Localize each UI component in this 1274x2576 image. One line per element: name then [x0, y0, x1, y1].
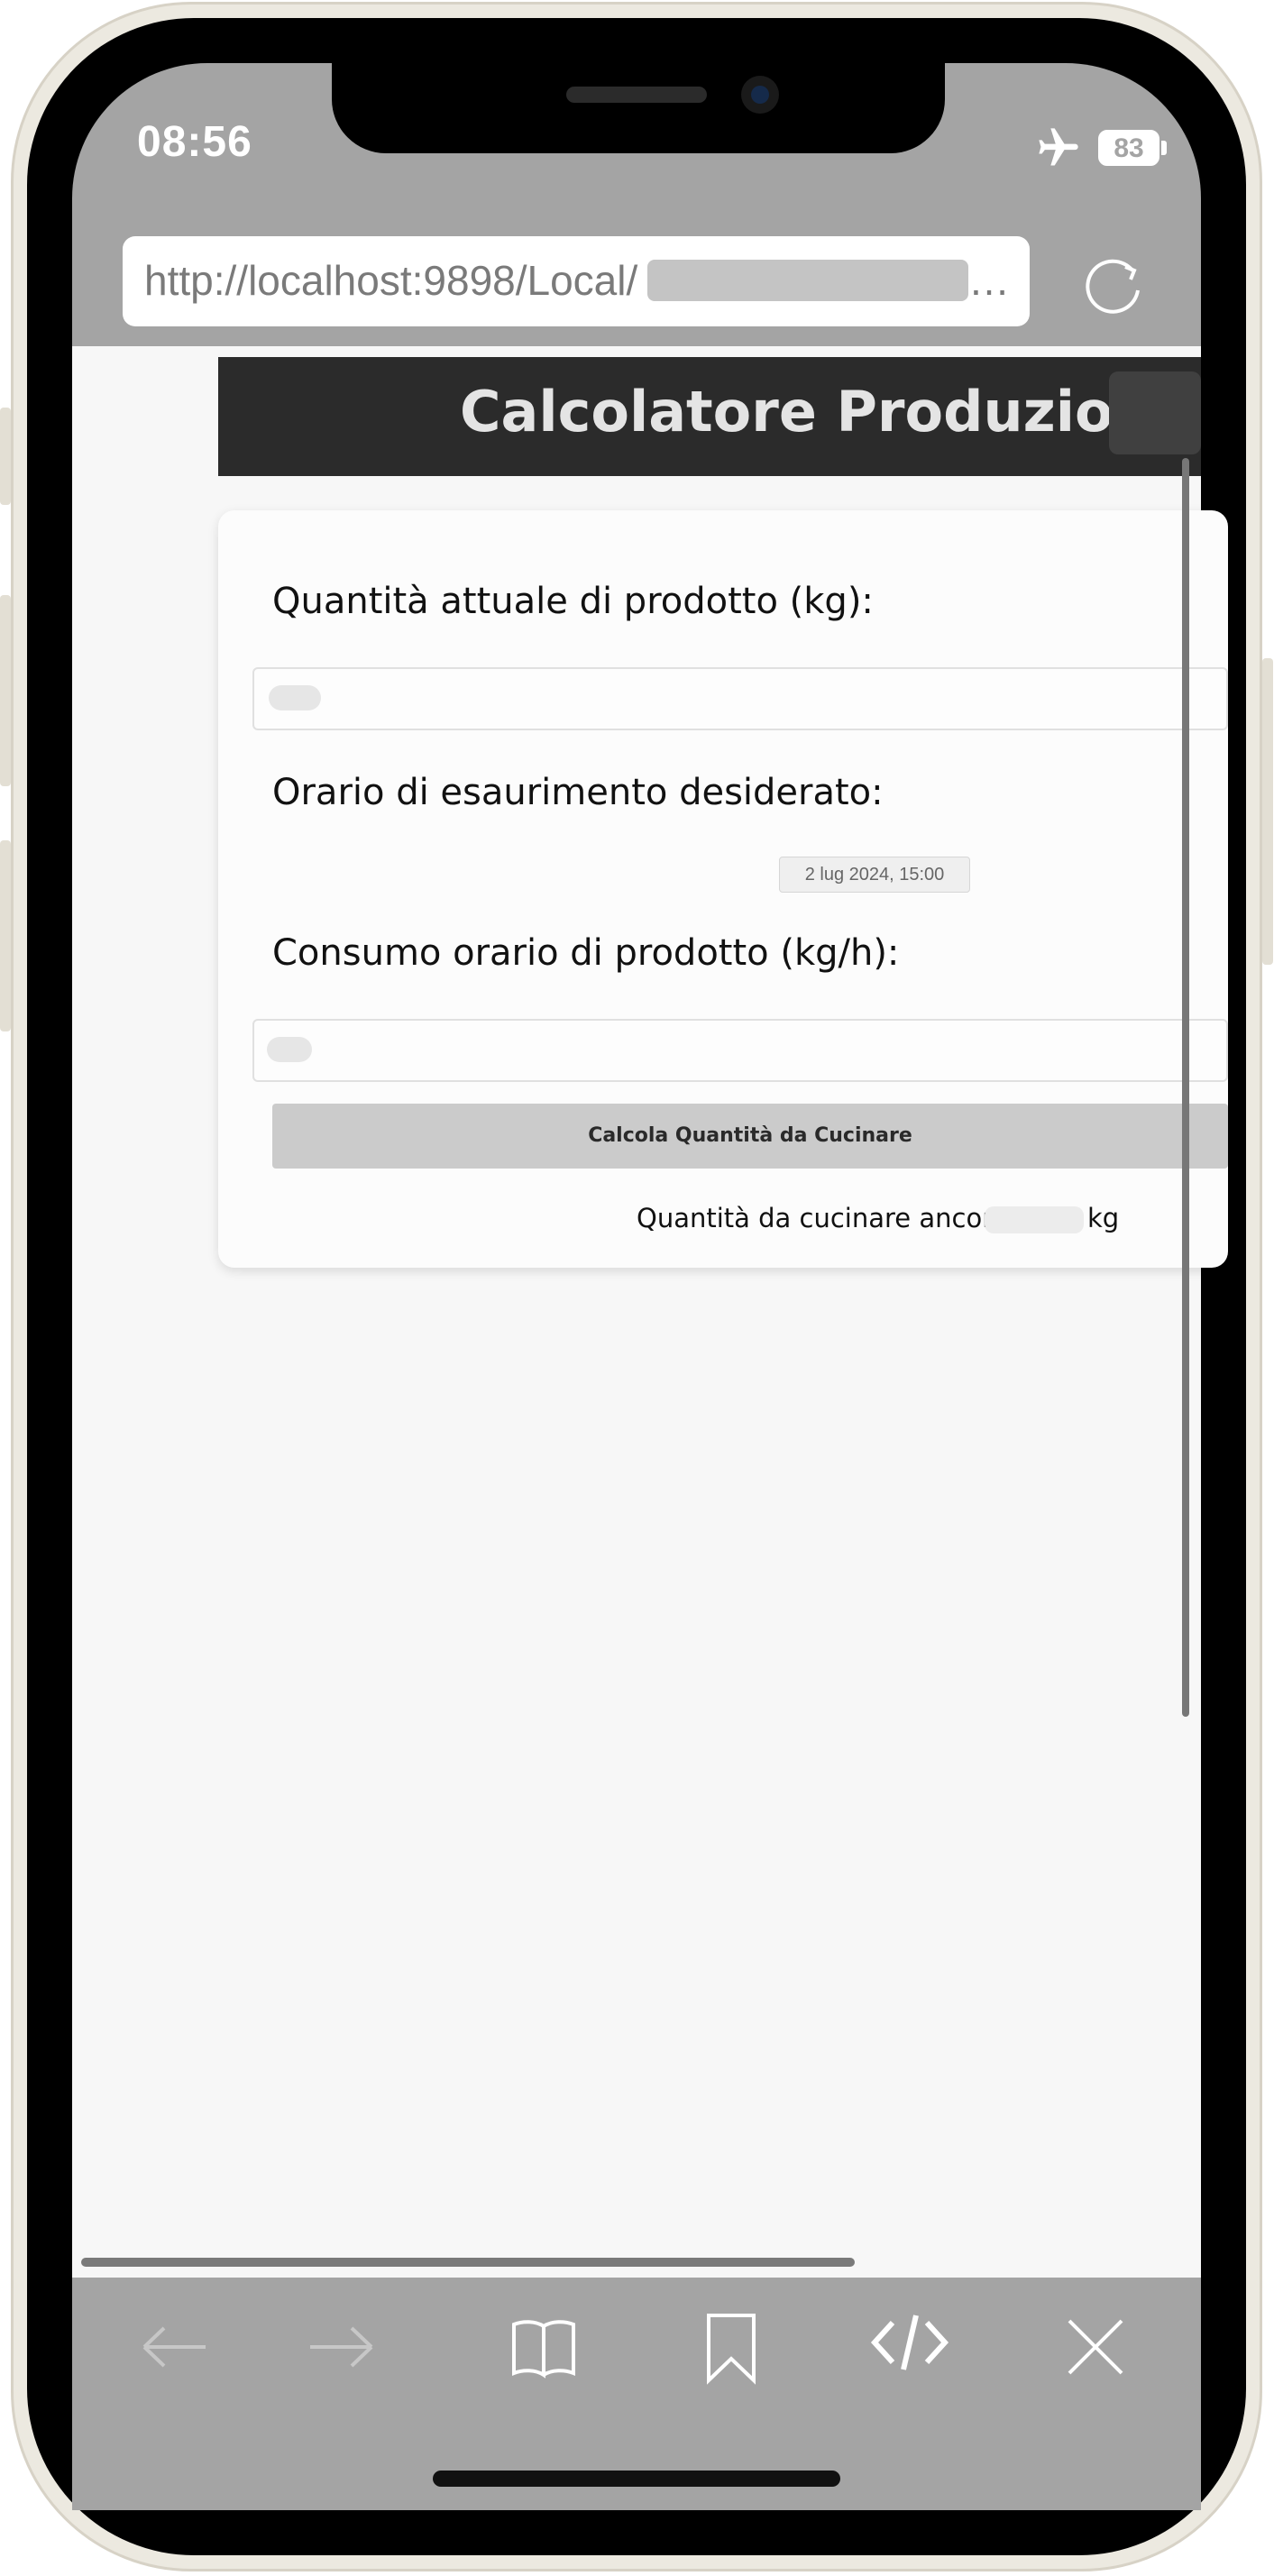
power-button [1262, 658, 1273, 965]
quantity-input-value [269, 685, 321, 710]
result-label: Quantità da cucinare ancora: [637, 1203, 1018, 1233]
result-unit: kg [1087, 1203, 1120, 1233]
consumption-label: Consumo orario di prodotto (kg/h): [272, 932, 900, 974]
consumption-input-value [267, 1037, 312, 1062]
home-indicator[interactable] [433, 2471, 840, 2487]
volume-up-button [0, 595, 11, 786]
book-icon[interactable] [503, 2306, 584, 2388]
vertical-scrollbar[interactable] [1182, 458, 1189, 1717]
camera-lens [751, 86, 769, 104]
url-text: http://localhost:9898/Local/ [144, 257, 638, 304]
status-time: 08:56 [137, 118, 252, 166]
time-label: Orario di esaurimento desiderato: [272, 772, 884, 813]
datetime-picker[interactable]: 2 lug 2024, 15:00 [779, 857, 970, 893]
url-redacted [647, 260, 968, 301]
back-arrow-icon[interactable] [133, 2306, 215, 2388]
calculate-button[interactable]: Calcola Quantità da Cucinare [272, 1104, 1228, 1169]
quantity-input[interactable] [252, 667, 1228, 730]
page-title: Calcolatore Produzione [460, 379, 1191, 445]
header-menu-button[interactable] [1109, 371, 1201, 454]
speaker [566, 87, 707, 103]
horizontal-scrollbar[interactable] [81, 2258, 855, 2267]
notch [332, 63, 945, 153]
close-icon[interactable] [1055, 2306, 1136, 2388]
code-icon[interactable] [869, 2301, 950, 2382]
airplane-icon [1039, 128, 1078, 166]
forward-arrow-icon[interactable] [301, 2306, 382, 2388]
bookmark-icon[interactable] [691, 2306, 772, 2388]
volume-down-button [0, 840, 11, 1031]
reload-icon[interactable] [1078, 251, 1149, 321]
mute-switch [0, 408, 11, 505]
url-ellipsis: … [968, 257, 1010, 304]
battery-indicator: 83 [1098, 130, 1159, 166]
battery-tip [1161, 141, 1167, 155]
consumption-input[interactable] [252, 1019, 1228, 1082]
quantity-label: Quantità attuale di prodotto (kg): [272, 581, 874, 622]
result-value-redacted [985, 1206, 1084, 1233]
